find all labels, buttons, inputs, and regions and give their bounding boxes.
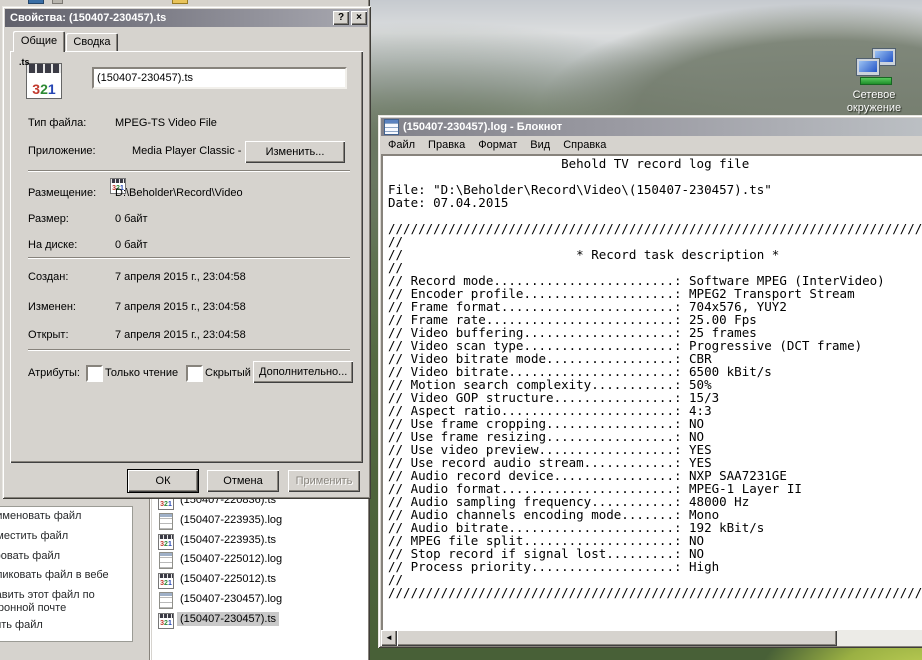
scroll-thumb[interactable]	[397, 630, 837, 646]
cancel-button[interactable]: Отмена	[207, 470, 279, 492]
log-text: Behold TV record log file File: "D:\Beho…	[383, 156, 922, 599]
task-link-publish[interactable]: Опубликовать файл в вебе	[0, 569, 122, 582]
tab-general[interactable]: Общие	[13, 31, 65, 52]
ondisk-value: 0 байт	[115, 239, 148, 251]
task-link-delete[interactable]: Удалить файл	[0, 619, 122, 632]
location-value: D:\Beholder\Record\Video	[115, 187, 243, 199]
file-ext-label: .ts	[19, 57, 30, 67]
modified-value: 7 апреля 2015 г., 23:04:58	[115, 301, 246, 313]
explorer-toolbar-icon-gray[interactable]	[52, 0, 63, 4]
ts-file-icon: 321	[158, 573, 174, 589]
explorer-toolbar-icon-folder[interactable]	[172, 0, 188, 4]
network-cable-icon	[860, 77, 892, 85]
advanced-button[interactable]: Дополнительно...	[253, 361, 353, 383]
type-value: MPEG-TS Video File	[115, 117, 217, 129]
dialog-title: Свойства: (150407-230457).ts	[5, 12, 166, 24]
pane-separator	[149, 484, 151, 660]
file-row-selected[interactable]: 321 (150407-230457).ts	[158, 611, 174, 630]
size-label: Размер:	[28, 213, 69, 225]
network-icon-label-line1: Сетевое	[828, 89, 920, 102]
horizontal-scrollbar[interactable]: ◄	[381, 630, 922, 646]
file-name: (150407-223935).ts	[177, 533, 279, 547]
apply-button[interactable]: Применить	[288, 470, 360, 492]
hidden-checkbox[interactable]	[186, 365, 203, 382]
log-file-icon	[159, 552, 173, 569]
task-link-email[interactable]: Отправить этот файл по электронной почте	[0, 589, 122, 615]
file-row[interactable]: 321 (150407-225012).ts	[158, 571, 174, 590]
notepad-text-area[interactable]: Behold TV record log file File: "D:\Beho…	[381, 154, 922, 634]
notepad-title: (150407-230457).log - Блокнот	[403, 121, 562, 133]
opened-value: 7 апреля 2015 г., 23:04:58	[115, 329, 246, 341]
network-places-icon	[850, 46, 898, 86]
readonly-label: Только чтение	[105, 367, 178, 379]
icon-digit-3: 3	[32, 81, 40, 97]
separator	[28, 257, 350, 259]
notepad-icon	[384, 119, 399, 135]
menu-help[interactable]: Справка	[563, 139, 606, 151]
change-app-button[interactable]: Изменить...	[245, 141, 345, 163]
close-button[interactable]: ×	[351, 11, 367, 25]
file-name: (150407-223935).log	[177, 513, 285, 527]
task-link-copy[interactable]: Копировать файл	[0, 550, 122, 563]
desktop-icon-network-places[interactable]: Сетевое окружение	[828, 44, 920, 120]
task-link-move[interactable]: Переместить файл	[0, 530, 122, 543]
tab-summary[interactable]: Сводка	[66, 33, 118, 51]
ok-button[interactable]: ОК	[128, 470, 198, 492]
notepad-window: (150407-230457).log - Блокнот Файл Правк…	[378, 115, 922, 648]
network-icon-label-line2: окружение	[828, 102, 920, 115]
help-button[interactable]: ?	[333, 11, 349, 25]
task-link-rename[interactable]: Переименовать файл	[0, 510, 122, 523]
readonly-checkbox[interactable]	[86, 365, 103, 382]
log-file-icon	[159, 592, 173, 609]
separator	[28, 170, 350, 172]
ts-file-icon-large: 321	[26, 63, 62, 99]
modified-label: Изменен:	[28, 301, 76, 313]
screen: Сетевое окружение Переименовать файл Пер…	[0, 0, 922, 660]
menu-format[interactable]: Формат	[478, 139, 517, 151]
file-name: (150407-230457).ts	[177, 612, 279, 626]
hidden-label: Скрытый	[205, 367, 251, 379]
filename-input[interactable]	[92, 67, 347, 89]
tab-page-general: .ts 321 Тип файла: MPEG-TS Video File Пр…	[10, 51, 363, 463]
dialog-titlebar[interactable]: Свойства: (150407-230457).ts	[5, 9, 368, 27]
type-label: Тип файла:	[28, 117, 86, 129]
monitor-front-icon	[856, 58, 880, 76]
attributes-label: Атрибуты:	[28, 367, 80, 379]
notepad-titlebar[interactable]: (150407-230457).log - Блокнот	[381, 118, 922, 136]
file-name: (150407-225012).ts	[177, 572, 279, 586]
app-value: Media Player Classic -	[132, 145, 241, 157]
location-label: Размещение:	[28, 187, 96, 199]
ts-file-icon: 321	[158, 613, 174, 629]
opened-label: Открыт:	[28, 329, 69, 341]
properties-dialog: Свойства: (150407-230457).ts ? × Общие С…	[2, 6, 371, 499]
icon-digit-2: 2	[40, 81, 48, 97]
menu-file[interactable]: Файл	[388, 139, 415, 151]
icon-digit-1: 1	[48, 81, 56, 97]
scroll-left-button[interactable]: ◄	[381, 630, 397, 646]
created-label: Создан:	[28, 271, 68, 283]
menu-edit[interactable]: Правка	[428, 139, 465, 151]
file-name: (150407-225012).log	[177, 552, 285, 566]
explorer-toolbar-icon-blue[interactable]	[28, 0, 44, 4]
file-name: (150407-230457).log	[177, 592, 285, 606]
ondisk-label: На диске:	[28, 239, 77, 251]
ts-file-icon: 321	[158, 534, 174, 550]
file-row[interactable]: 321 (150407-223935).ts	[158, 532, 174, 551]
separator	[28, 349, 350, 351]
size-value: 0 байт	[115, 213, 148, 225]
app-label: Приложение:	[28, 145, 96, 157]
created-value: 7 апреля 2015 г., 23:04:58	[115, 271, 246, 283]
notepad-menubar: Файл Правка Формат Вид Справка	[381, 136, 922, 154]
menu-view[interactable]: Вид	[530, 139, 550, 151]
log-file-icon	[159, 513, 173, 530]
